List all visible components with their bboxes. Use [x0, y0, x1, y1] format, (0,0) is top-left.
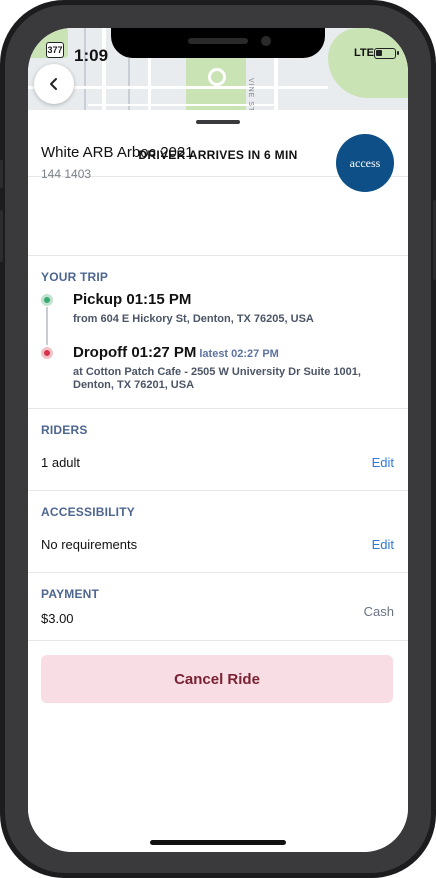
map-park	[328, 28, 408, 98]
map-road	[208, 68, 226, 86]
dropoff-latest: latest 02:27 PM	[199, 348, 279, 360]
status-time: 1:09	[74, 46, 109, 65]
payment-heading: PAYMENT	[41, 587, 100, 601]
dropoff-title: Dropoff 01:27 PM	[73, 344, 197, 361]
battery-icon	[374, 48, 399, 59]
map-street-label: VINE ST	[247, 78, 254, 113]
divider	[28, 408, 408, 409]
pickup-title: Pickup 01:15 PM	[73, 291, 192, 308]
vehicle-name: White ARB Arboc 2021	[41, 144, 194, 161]
divider	[28, 640, 408, 641]
phone-frame: VINE ST 377 1:09 LTE DRIVER ARRIVES IN 6…	[0, 0, 436, 878]
divider	[28, 572, 408, 573]
payment-method: Cash	[363, 604, 394, 619]
back-button[interactable]	[34, 64, 74, 104]
riders-heading: RIDERS	[41, 423, 88, 437]
chevron-left-icon	[50, 78, 57, 90]
dropoff-address: at Cotton Patch Cafe - 2505 W University…	[73, 366, 361, 391]
pickup-address: from 604 E Hickory St, Denton, TX 76205,…	[73, 313, 314, 325]
vehicle-plate: 144 1403	[41, 167, 92, 181]
network-indicator: LTE	[354, 47, 374, 59]
trip-sheet: DRIVER ARRIVES IN 6 MIN White ARB Arboc …	[28, 110, 408, 852]
dropoff-title-row: Dropoff 01:27 PM latest 02:27 PM	[73, 344, 279, 361]
cancel-ride-button[interactable]: Cancel Ride	[41, 655, 393, 703]
access-logo: access	[336, 134, 394, 192]
volume-button	[0, 160, 3, 188]
map-road	[102, 28, 106, 120]
dropoff-dot-icon	[41, 347, 53, 359]
accessibility-value: No requirements	[41, 537, 138, 552]
trip-connector-line	[46, 307, 48, 345]
accessibility-heading: ACCESSIBILITY	[41, 505, 135, 519]
riders-edit-link[interactable]: Edit	[372, 455, 394, 470]
map-road	[84, 28, 86, 120]
riders-value: 1 adult	[41, 455, 81, 470]
accessibility-edit-link[interactable]: Edit	[372, 537, 394, 552]
payment-amount: $3.00	[41, 611, 74, 626]
route-badge: 377	[46, 42, 64, 58]
divider	[28, 490, 408, 491]
divider	[28, 255, 408, 256]
trip-heading: YOUR TRIP	[41, 270, 109, 284]
pickup-dot-icon	[41, 294, 53, 306]
speaker	[188, 38, 248, 44]
home-indicator[interactable]	[150, 840, 286, 845]
notch	[111, 28, 325, 58]
volume-button	[0, 210, 3, 262]
camera	[261, 36, 271, 46]
sheet-grabber[interactable]	[196, 120, 240, 124]
screen: VINE ST 377 1:09 LTE DRIVER ARRIVES IN 6…	[28, 28, 408, 852]
